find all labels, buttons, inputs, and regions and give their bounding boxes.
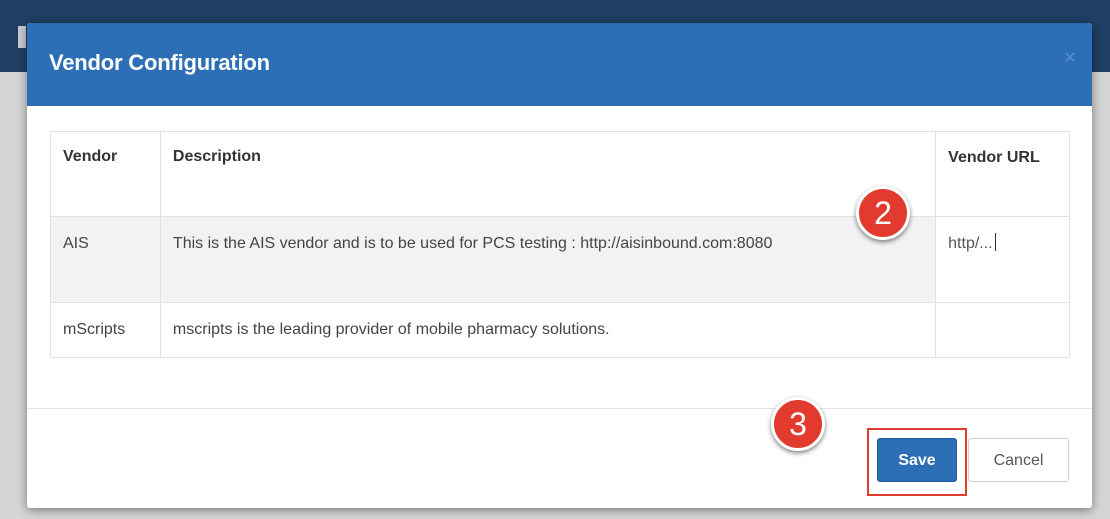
vendor-url-value: http/... [948, 235, 993, 252]
table-row: AIS This is the AIS vendor and is to be … [50, 216, 1070, 303]
description-cell: This is the AIS vendor and is to be used… [159, 216, 937, 303]
column-header-description: Description [159, 131, 937, 217]
dialog-header: Vendor Configuration × [27, 23, 1092, 106]
step-2-badge: 2 [856, 186, 910, 240]
close-icon[interactable]: × [1060, 48, 1080, 68]
save-button[interactable]: Save [877, 438, 957, 482]
vendor-cell: AIS [50, 216, 161, 303]
column-header-vendor-url: Vendor URL [935, 131, 1070, 217]
footer-divider [27, 408, 1092, 409]
column-header-vendor: Vendor [50, 131, 161, 217]
background-app-logo [18, 26, 26, 48]
vendor-url-input[interactable]: http/... [935, 216, 1070, 303]
vendor-table: Vendor Description Vendor URL AIS This i… [50, 131, 1070, 358]
cancel-button[interactable]: Cancel [968, 438, 1069, 482]
step-3-badge: 3 [771, 397, 825, 451]
vendor-url-input[interactable] [935, 302, 1070, 358]
dialog-title: Vendor Configuration [49, 50, 270, 75]
vendor-configuration-dialog: Vendor Configuration × Vendor Descriptio… [27, 23, 1092, 508]
description-cell: mscripts is the leading provider of mobi… [159, 302, 937, 358]
text-cursor [994, 233, 996, 251]
table-row: mScripts mscripts is the leading provide… [50, 302, 1070, 358]
vendor-cell: mScripts [50, 302, 161, 358]
table-header-row: Vendor Description Vendor URL [50, 131, 1070, 217]
